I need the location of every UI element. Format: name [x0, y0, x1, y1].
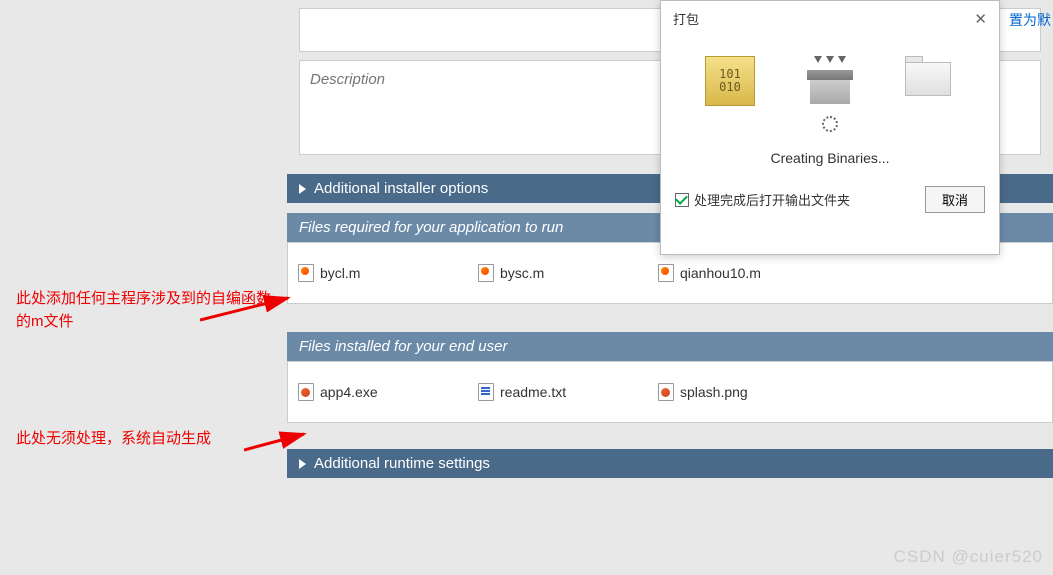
annotation-note-2: 此处无须处理，系统自动生成 — [16, 428, 211, 451]
package-box-icon — [805, 56, 855, 106]
open-folder-checkbox[interactable]: 处理完成后打开输出文件夹 — [675, 190, 850, 209]
matlab-file-icon — [658, 264, 674, 282]
file-name: splash.png — [680, 384, 748, 400]
app-file-icon — [298, 383, 314, 401]
section-files-installed: Files installed for your end user — [287, 332, 1053, 361]
file-item[interactable]: app4.exe — [292, 370, 472, 414]
annotation-note-1: 此处添加任何主程序涉及到的自编函数的m文件 — [16, 288, 276, 333]
section-title: Additional installer options — [314, 180, 488, 197]
section-title: Files required for your application to r… — [299, 219, 563, 236]
file-item[interactable]: qianhou10.m — [652, 251, 832, 295]
file-name: app4.exe — [320, 384, 378, 400]
close-icon[interactable]: ✕ — [974, 10, 987, 28]
section-runtime-settings[interactable]: Additional runtime settings — [287, 449, 1053, 478]
file-item[interactable]: bycl.m — [292, 251, 472, 295]
cancel-button[interactable]: 取消 — [925, 186, 985, 213]
loading-spinner-icon — [822, 116, 838, 132]
matlab-file-icon — [478, 264, 494, 282]
checkbox-label: 处理完成后打开输出文件夹 — [694, 190, 850, 209]
installed-files-area[interactable]: app4.exe readme.txt splash.png — [287, 361, 1053, 423]
matlab-file-icon — [298, 264, 314, 282]
checkbox-icon — [675, 193, 689, 207]
section-title: Additional runtime settings — [314, 455, 490, 472]
dialog-footer: 处理完成后打开输出文件夹 取消 — [661, 178, 999, 221]
chevron-right-icon — [299, 184, 306, 194]
binary-icon: 101010 — [705, 56, 755, 106]
file-item[interactable]: readme.txt — [472, 370, 652, 414]
file-item[interactable]: bysc.m — [472, 251, 652, 295]
chevron-right-icon — [299, 459, 306, 469]
file-name: bycl.m — [320, 265, 360, 281]
dialog-title-text: 打包 — [673, 9, 699, 28]
set-default-link[interactable]: 置为默 — [1009, 10, 1051, 30]
file-name: bysc.m — [500, 265, 544, 281]
packaging-dialog: 打包 ✕ 101010 Creating Binaries... 处理完成后打开… — [660, 0, 1000, 255]
arrow-icon — [244, 428, 314, 458]
image-file-icon — [658, 383, 674, 401]
dialog-titlebar: 打包 ✕ — [661, 1, 999, 36]
file-item[interactable]: splash.png — [652, 370, 832, 414]
dialog-status-text: Creating Binaries... — [661, 144, 999, 178]
file-name: qianhou10.m — [680, 265, 761, 281]
text-file-icon — [478, 383, 494, 401]
folder-icon — [905, 56, 955, 106]
watermark: CSDN @cuier520 — [894, 547, 1043, 567]
file-name: readme.txt — [500, 384, 566, 400]
section-title: Files installed for your end user — [299, 338, 507, 355]
dialog-icons-row: 101010 — [661, 56, 999, 106]
